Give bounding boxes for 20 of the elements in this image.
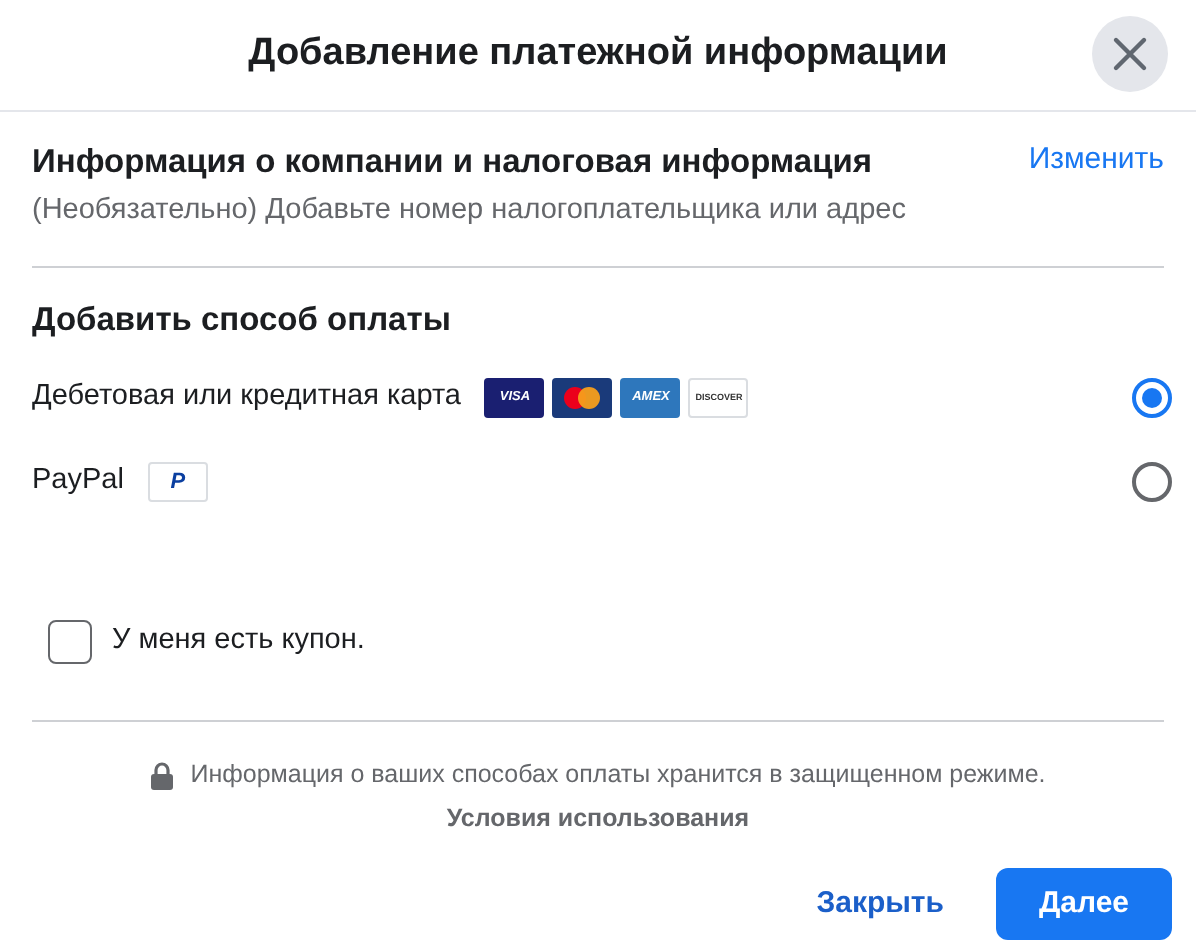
payment-option-label: Дебетовая или кредитная карта xyxy=(32,378,461,417)
radio-button[interactable] xyxy=(1132,462,1172,503)
paypal-logo: P xyxy=(147,462,208,503)
close-link-button[interactable]: Закрыть xyxy=(796,866,964,943)
section-title: Добавить способ оплаты xyxy=(30,299,453,341)
section-subtitle: (Необязательно) Добавьте номер налогоплательщика или адрес xyxy=(32,191,906,230)
edit-link[interactable]: Изменить xyxy=(1028,138,1164,233)
radio-button[interactable] xyxy=(1132,378,1172,419)
coupon-label: У меня есть купон. xyxy=(112,622,365,661)
dialog-title: Добавление платежной информации xyxy=(248,30,948,79)
checkbox[interactable] xyxy=(48,620,92,665)
close-button[interactable] xyxy=(1092,16,1168,92)
terms-link[interactable]: Условия использования xyxy=(446,804,750,832)
section-title: Информация о компании и налоговая информация xyxy=(32,142,875,184)
close-icon xyxy=(1112,36,1148,72)
card-logo xyxy=(552,378,613,419)
payment-option-label: PayPal xyxy=(32,462,124,501)
security-note: Информация о ваших способах оплаты хранится в защищенном режиме. xyxy=(190,758,1046,793)
lock-icon xyxy=(150,761,175,790)
next-button[interactable]: Далее xyxy=(996,868,1172,941)
